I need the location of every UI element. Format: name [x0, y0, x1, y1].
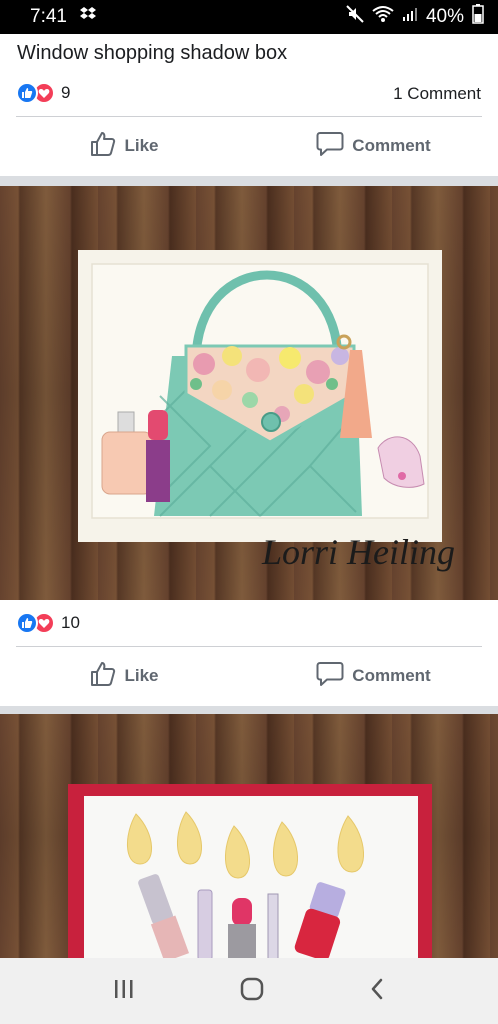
- reaction-count: 9: [61, 83, 71, 102]
- card-illustration: Lorri Heiling: [78, 250, 455, 572]
- comment-bubble-icon: [316, 661, 344, 692]
- reaction-summary[interactable]: 9: [16, 82, 70, 104]
- like-label: Like: [124, 666, 159, 685]
- status-time: 7:41: [30, 6, 67, 27]
- action-bar-2: Like Comment: [0, 648, 498, 704]
- like-reaction-icon: [16, 82, 38, 104]
- thumbs-up-icon: [90, 131, 116, 162]
- post-photo-2[interactable]: [0, 714, 498, 958]
- watermark-text: Lorri Heiling: [261, 532, 455, 572]
- comment-label: Comment: [352, 136, 431, 155]
- post-photo[interactable]: Lorri Heiling: [0, 186, 498, 600]
- back-icon[interactable]: [368, 977, 386, 1006]
- action-bar: Like Comment: [0, 118, 498, 174]
- mute-icon: [346, 5, 364, 29]
- like-button-2[interactable]: Like: [0, 648, 249, 704]
- signal-icon: [402, 6, 418, 28]
- comment-button[interactable]: Comment: [249, 118, 498, 174]
- like-reaction-icon: [16, 612, 38, 634]
- recent-apps-icon[interactable]: [112, 978, 136, 1005]
- home-icon[interactable]: [239, 976, 265, 1007]
- post-card-2: 10 Like Comment: [0, 600, 498, 706]
- status-bar: 7:41 40%: [0, 0, 498, 34]
- divider: [16, 116, 482, 117]
- comment-bubble-icon: [316, 131, 344, 162]
- battery-percent: 40%: [425, 6, 464, 27]
- screen: 7:41 40% Window shopping shadow box 9 1 …: [0, 0, 498, 1024]
- post-card: Window shopping shadow box 9 1 Comment L…: [0, 34, 498, 176]
- comment-label: Comment: [352, 666, 431, 685]
- reaction-summary-2[interactable]: 10: [16, 612, 80, 634]
- like-label: Like: [124, 136, 159, 155]
- card-illustration-2: [68, 784, 432, 958]
- like-button[interactable]: Like: [0, 118, 249, 174]
- thumbs-up-icon: [90, 661, 116, 692]
- android-nav-bar: [0, 958, 498, 1024]
- reaction-count-2: 10: [61, 613, 80, 632]
- battery-icon: [472, 4, 484, 30]
- comment-count-link[interactable]: 1 Comment: [393, 84, 481, 104]
- comment-button-2[interactable]: Comment: [249, 648, 498, 704]
- wifi-icon: [372, 5, 394, 29]
- post-title: Window shopping shadow box: [17, 42, 288, 64]
- divider: [16, 646, 482, 647]
- dropbox-icon: [79, 6, 97, 28]
